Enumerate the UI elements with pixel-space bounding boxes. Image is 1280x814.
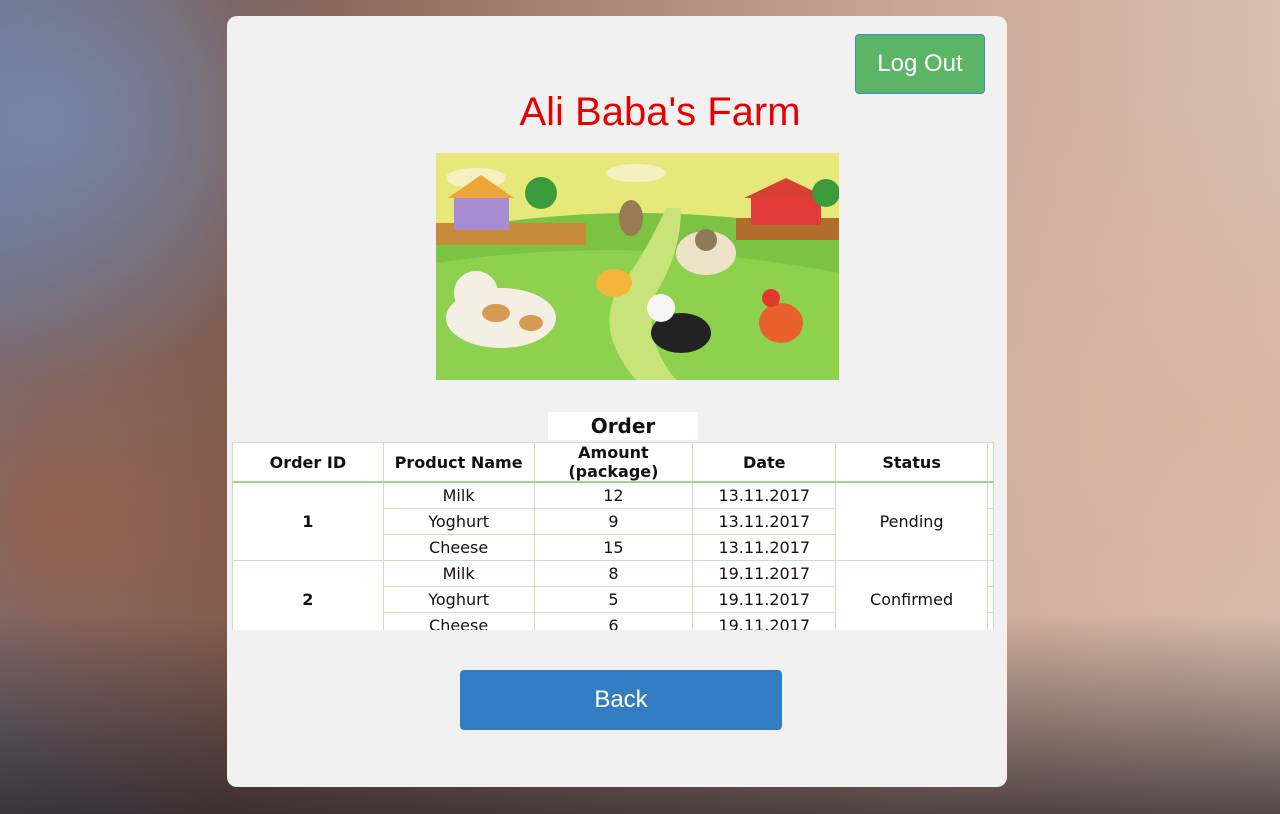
table-row: 1 Milk 12 13.11.2017 Pending xyxy=(232,481,994,561)
column-header-order-id: Order ID xyxy=(232,442,384,483)
amount-cell: 9 xyxy=(533,508,694,535)
column-header-product-name: Product Name xyxy=(382,442,535,483)
date-cell: 13.11.2017 xyxy=(692,534,837,561)
logout-button[interactable]: Log Out xyxy=(855,34,985,94)
status-cell: Pending xyxy=(835,481,988,561)
product-cell: Yoghurt xyxy=(382,586,535,613)
extra-cell xyxy=(986,508,994,535)
order-id-cell: 2 xyxy=(232,560,384,630)
order-id-cell: 1 xyxy=(232,481,384,561)
date-cell: 19.11.2017 xyxy=(692,560,837,587)
amount-cell: 5 xyxy=(533,586,694,613)
order-history-table-wrapper: Order ID Product Name Amount (package) D… xyxy=(232,442,994,630)
farm-illustration xyxy=(436,153,839,380)
product-cell: Cheese xyxy=(382,534,535,561)
extra-cell xyxy=(986,481,994,509)
status-cell: Confirmed xyxy=(835,560,988,630)
date-cell: 19.11.2017 xyxy=(692,586,837,613)
date-cell: 13.11.2017 xyxy=(692,508,837,535)
extra-cell xyxy=(986,560,994,587)
product-cell: Cheese xyxy=(382,612,535,630)
extra-cell xyxy=(986,612,994,630)
date-cell: 13.11.2017 xyxy=(692,481,837,509)
table-row: 2 Milk 8 19.11.2017 Confirmed xyxy=(232,560,994,630)
column-header-amount: Amount (package) xyxy=(533,442,694,483)
order-history-table: Order ID Product Name Amount (package) D… xyxy=(232,442,994,630)
amount-cell: 12 xyxy=(533,481,694,509)
column-header-extra xyxy=(986,442,994,483)
product-cell: Milk xyxy=(382,481,535,509)
product-cell: Milk xyxy=(382,560,535,587)
date-cell: 19.11.2017 xyxy=(692,612,837,630)
amount-cell: 15 xyxy=(533,534,694,561)
table-header-row: Order ID Product Name Amount (package) D… xyxy=(232,442,994,483)
column-header-date: Date xyxy=(692,442,837,483)
main-panel: Log Out Ali Baba's Farm Order History xyxy=(227,16,1007,787)
product-cell: Yoghurt xyxy=(382,508,535,535)
order-history-title: Order History xyxy=(548,412,698,466)
extra-cell xyxy=(986,534,994,561)
page-title: Ali Baba's Farm xyxy=(519,90,801,134)
column-header-status: Status xyxy=(835,442,988,483)
amount-cell: 6 xyxy=(533,612,694,630)
extra-cell xyxy=(986,586,994,613)
amount-cell: 8 xyxy=(533,560,694,587)
back-button[interactable]: Back xyxy=(460,670,782,730)
